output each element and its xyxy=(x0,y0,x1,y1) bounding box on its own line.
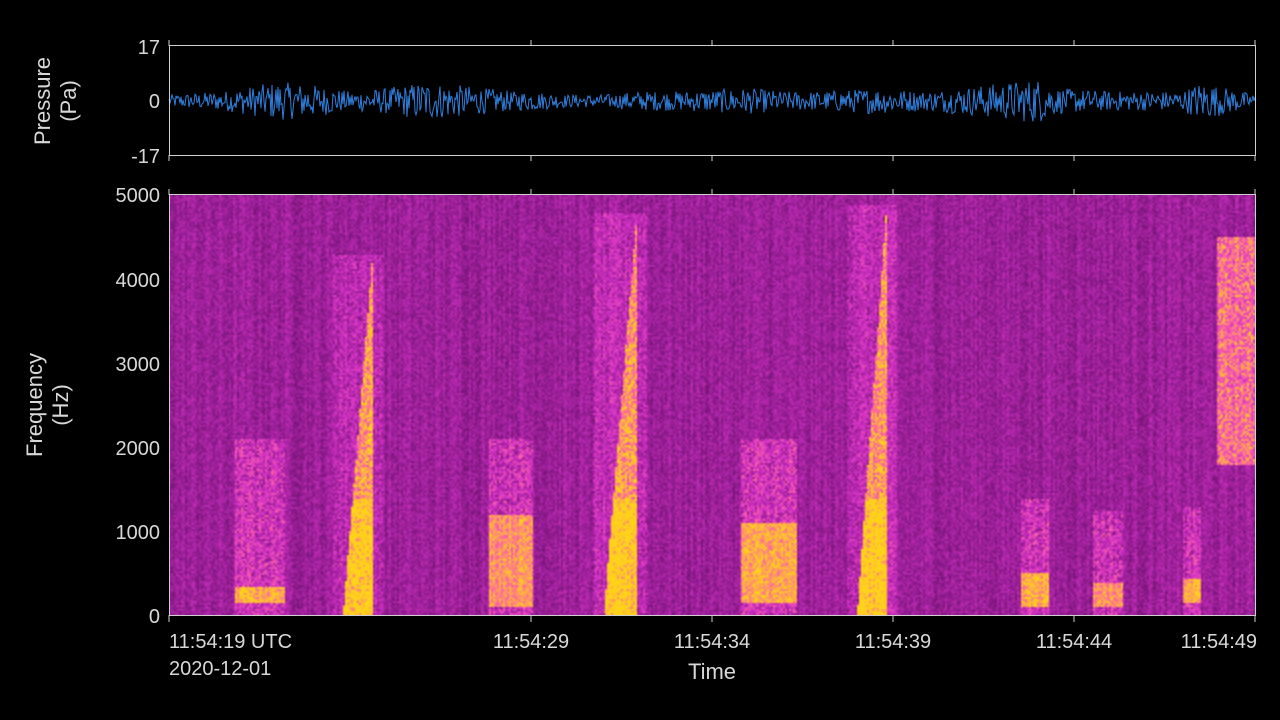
pressure-ylabel-line2: (Pa) xyxy=(56,80,81,122)
spectrogram-ytick-3000: 3000 xyxy=(116,354,161,376)
spectrogram-ylabel-line1: Frequency xyxy=(22,353,47,457)
date-label: 2020-12-01 xyxy=(169,658,271,680)
pressure-ytick-mid: 0 xyxy=(149,91,160,113)
time-axis-label: Time xyxy=(688,659,736,684)
xtick-label: 11:54:49 xyxy=(1181,631,1257,653)
pressure-plot xyxy=(168,46,1256,156)
xtick-label: 11:54:39 xyxy=(855,631,931,653)
spectrogram-ylabel-line2: (Hz) xyxy=(48,384,73,426)
pressure-ytick-top: 17 xyxy=(138,37,160,59)
xtick-label: 11:54:29 xyxy=(493,631,569,653)
xtick-label: 11:54:19 UTC xyxy=(169,631,292,653)
spectrogram-ytick-5000: 5000 xyxy=(116,185,161,207)
xtick-label: 11:54:34 xyxy=(674,631,750,653)
xtick-label: 11:54:44 xyxy=(1036,631,1112,653)
pressure-ylabel-line1: Pressure xyxy=(30,57,55,145)
spectrogram-ytick-1000: 1000 xyxy=(116,522,161,544)
spectrogram-plot xyxy=(169,195,1255,615)
spectrogram-ytick-2000: 2000 xyxy=(116,438,161,460)
chart-figure: Pressure (Pa) 17 0 -17 Frequency (Hz) 50… xyxy=(22,37,1257,684)
spectrogram-image xyxy=(169,195,1255,615)
spectrogram-ytick-4000: 4000 xyxy=(116,270,161,292)
spectrogram-ytick-0: 0 xyxy=(149,606,160,628)
pressure-ytick-bottom: -17 xyxy=(131,146,160,168)
